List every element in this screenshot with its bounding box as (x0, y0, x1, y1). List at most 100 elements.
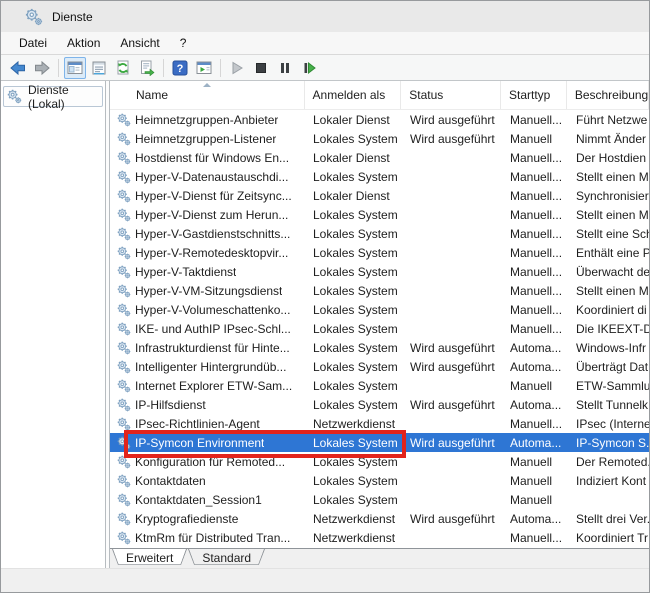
menu-item[interactable]: Datei (9, 34, 57, 52)
tree-item-label: Dienste (Lokal) (28, 83, 102, 111)
service-name: Kryptografiedienste (135, 512, 238, 526)
gear-icon (117, 208, 131, 222)
service-row[interactable]: Kryptografiedienste Netzwerkdienst Wird … (110, 509, 649, 528)
pause-service-button[interactable] (274, 57, 296, 79)
back-button[interactable] (7, 57, 29, 79)
start-service-button[interactable] (226, 57, 248, 79)
service-name: Konfiguration für Remoted... (135, 455, 285, 469)
service-logon: Lokales System (305, 246, 402, 260)
services-list-pane: Name Anmelden als Status Starttyp Beschr… (110, 81, 649, 568)
column-header[interactable]: Name (110, 81, 305, 109)
menu-item[interactable]: Ansicht (110, 34, 169, 52)
service-row[interactable]: Internet Explorer ETW-Sam... Lokales Sys… (110, 376, 649, 395)
console-tree-icon (67, 60, 83, 76)
titlebar: Dienste (1, 1, 649, 32)
statusbar (1, 568, 649, 592)
service-starttype: Manuell... (502, 417, 568, 431)
service-description: Koordiniert Tr (568, 531, 649, 545)
service-name: Heimnetzgruppen-Listener (135, 132, 276, 146)
service-row[interactable]: Hyper-V-Taktdienst Lokales System Manuel… (110, 262, 649, 281)
service-row[interactable]: Konfiguration für Remoted... Lokales Sys… (110, 452, 649, 471)
service-name: Hyper-V-Dienst zum Herun... (135, 208, 288, 222)
column-header[interactable]: Beschreibung (567, 81, 649, 109)
service-logon: Lokaler Dienst (305, 113, 402, 127)
service-logon: Lokales System (305, 360, 402, 374)
stop-service-button[interactable] (250, 57, 272, 79)
properties-button[interactable] (88, 57, 110, 79)
service-description: Stellt eine Sch (568, 227, 649, 241)
gear-icon (117, 132, 131, 146)
service-status: Wird ausgeführt (402, 360, 502, 374)
service-logon: Lokales System (305, 493, 402, 507)
service-row[interactable]: Hyper-V-VM-Sitzungsdienst Lokales System… (110, 281, 649, 300)
refresh-button[interactable] (112, 57, 134, 79)
view-tab[interactable]: Erweitert (112, 549, 187, 568)
service-row[interactable]: Hostdienst für Windows En... Lokaler Die… (110, 148, 649, 167)
gear-icon (117, 436, 131, 450)
window-title: Dienste (52, 10, 93, 24)
service-row[interactable]: Infrastrukturdienst für Hinte... Lokales… (110, 338, 649, 357)
service-name: KtmRm für Distributed Tran... (135, 531, 290, 545)
service-starttype: Manuell... (502, 265, 568, 279)
service-name: IP-Symcon Environment (135, 436, 264, 450)
service-starttype: Manuell... (502, 303, 568, 317)
gear-icon (117, 493, 131, 507)
service-description: Der Remoted. (568, 455, 649, 469)
service-name: Hyper-V-Taktdienst (135, 265, 236, 279)
service-starttype: Automa... (502, 398, 568, 412)
service-row[interactable]: IPsec-Richtlinien-Agent Netzwerkdienst M… (110, 414, 649, 433)
service-row[interactable]: Heimnetzgruppen-Anbieter Lokaler Dienst … (110, 110, 649, 129)
service-logon: Lokaler Dienst (305, 189, 402, 203)
gear-icon (117, 227, 131, 241)
service-starttype: Manuell... (502, 284, 568, 298)
service-starttype: Manuell (502, 379, 568, 393)
gear-icon (117, 284, 131, 298)
menu-item[interactable]: ? (170, 34, 197, 52)
service-row[interactable]: IKE- und AuthIP IPsec-Schl... Lokales Sy… (110, 319, 649, 338)
service-row[interactable]: Heimnetzgruppen-Listener Lokales System … (110, 129, 649, 148)
service-status: Wird ausgeführt (402, 436, 502, 450)
export-list-button[interactable] (136, 57, 158, 79)
service-row[interactable]: Hyper-V-Remotedesktopvir... Lokales Syst… (110, 243, 649, 262)
service-starttype: Manuell... (502, 208, 568, 222)
service-row[interactable]: Hyper-V-Gastdienstschnitts... Lokales Sy… (110, 224, 649, 243)
service-logon: Lokales System (305, 170, 402, 184)
gear-icon (117, 398, 131, 412)
service-status: Wird ausgeführt (402, 132, 502, 146)
view-tab[interactable]: Standard (188, 549, 265, 568)
service-row[interactable]: Hyper-V-Volumeschattenko... Lokales Syst… (110, 300, 649, 319)
column-header[interactable]: Status (401, 81, 501, 109)
gear-icon (117, 474, 131, 488)
service-description: Windows-Infr (568, 341, 649, 355)
service-logon: Netzwerkdienst (305, 512, 402, 526)
service-row[interactable]: Hyper-V-Dienst zum Herun... Lokales Syst… (110, 205, 649, 224)
restart-service-button[interactable] (298, 57, 320, 79)
service-status: Wird ausgeführt (402, 341, 502, 355)
service-starttype: Manuell (502, 455, 568, 469)
show-console-tree-button[interactable] (64, 57, 86, 79)
service-row[interactable]: IP-Hilfsdienst Lokales System Wird ausge… (110, 395, 649, 414)
show-action-pane-button[interactable] (193, 57, 215, 79)
service-starttype: Manuell (502, 132, 568, 146)
service-row[interactable]: Hyper-V-Datenaustauschdi... Lokales Syst… (110, 167, 649, 186)
help-button[interactable]: ? (169, 57, 191, 79)
service-row[interactable]: IP-Symcon Environment Lokales System Wir… (110, 433, 649, 452)
forward-button[interactable] (31, 57, 53, 79)
pause-service-icon (277, 60, 293, 76)
service-description: Führt Netzwe (568, 113, 649, 127)
services-gear-icon (25, 8, 43, 26)
service-row[interactable]: Intelligenter Hintergrundüb... Lokales S… (110, 357, 649, 376)
service-row[interactable]: Hyper-V-Dienst für Zeitsync... Lokaler D… (110, 186, 649, 205)
service-row[interactable]: KtmRm für Distributed Tran... Netzwerkdi… (110, 528, 649, 547)
service-rows: Heimnetzgruppen-Anbieter Lokaler Dienst … (110, 110, 649, 548)
column-header[interactable]: Anmelden als (305, 81, 402, 109)
column-header[interactable]: Starttyp (501, 81, 567, 109)
gear-icon (117, 417, 131, 431)
service-row[interactable]: Kontaktdaten Lokales System Manuell Indi… (110, 471, 649, 490)
menu-item[interactable]: Aktion (57, 34, 110, 52)
service-row[interactable]: Kontaktdaten_Session1 Lokales System Man… (110, 490, 649, 509)
service-description: Überträgt Dat (568, 360, 649, 374)
tree-item-dienste-lokal[interactable]: Dienste (Lokal) (3, 86, 103, 107)
service-name: Intelligenter Hintergrundüb... (135, 360, 286, 374)
list-header: Name Anmelden als Status Starttyp Beschr… (110, 81, 649, 110)
